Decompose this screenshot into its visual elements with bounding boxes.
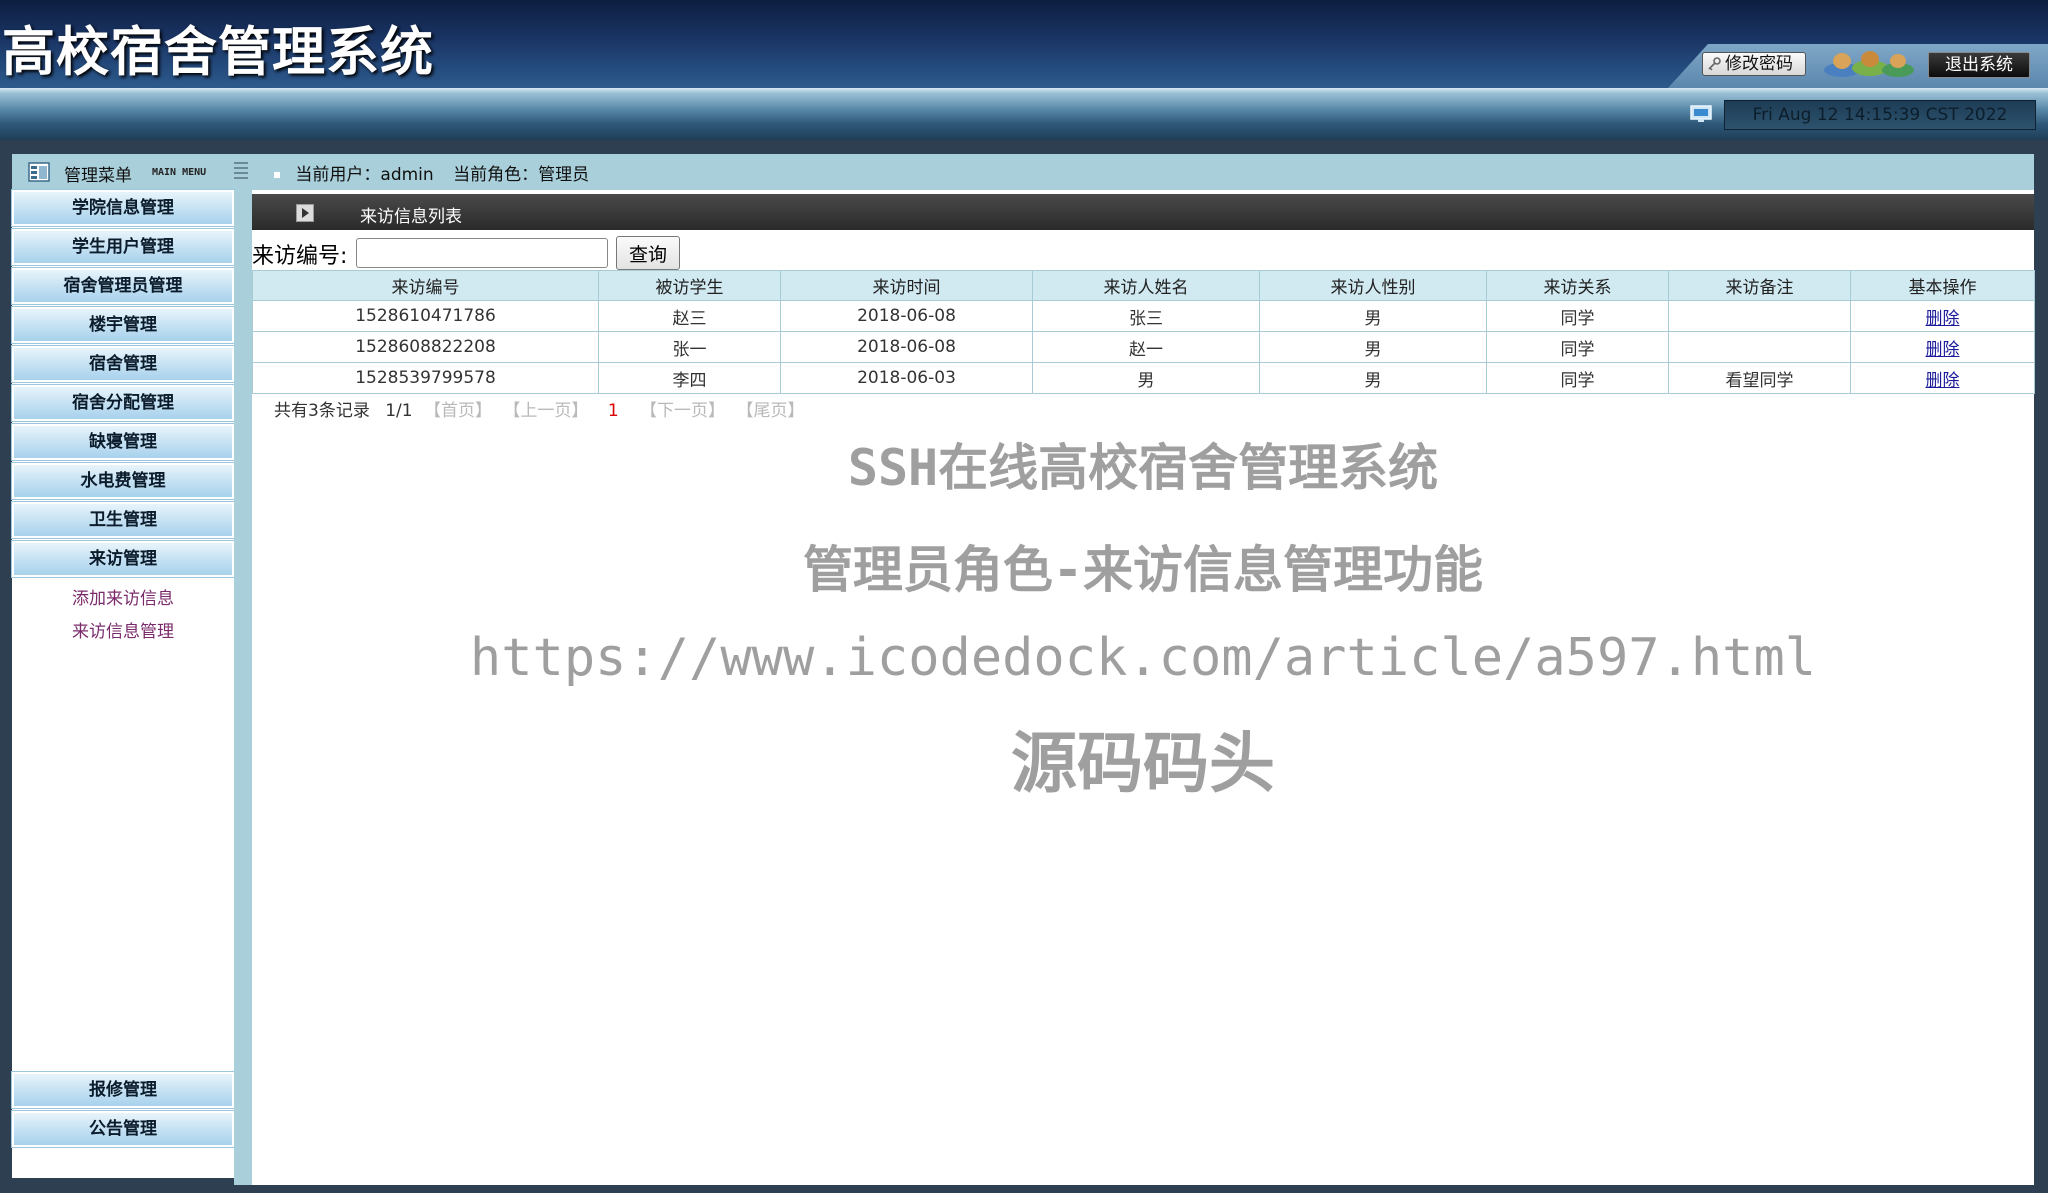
next-page-link[interactable]: 【下一页】 — [640, 401, 725, 421]
watermark-line-3: https://www.icodedock.com/article/a597.h… — [469, 628, 1817, 688]
panel-header: 来访信息列表 — [252, 194, 2034, 230]
sidebar-item-buildings[interactable]: 楼宇管理 — [11, 306, 235, 344]
sidebar-item-utilities[interactable]: 水电费管理 — [11, 462, 235, 500]
datetime-display: Fri Aug 12 14:15:39 CST 2022 — [1724, 100, 2036, 130]
menu-icon — [28, 162, 50, 182]
table-cell: 同学 — [1486, 362, 1669, 394]
sidebar-subtitle: MAIN MENU — [152, 167, 207, 178]
sidebar-item-repairs[interactable]: 报修管理 — [11, 1071, 235, 1109]
table-cell: 男 — [1032, 362, 1260, 394]
user-info-bar: 当前用户：admin 当前角色：管理员 — [248, 154, 2034, 190]
table-cell: 李四 — [598, 362, 781, 394]
table-cell: 2018-06-08 — [780, 300, 1033, 332]
delete-link[interactable]: 删除 — [1926, 340, 1960, 360]
table-cell: 2018-06-03 — [780, 362, 1033, 394]
current-role: 当前角色：管理员 — [453, 165, 590, 185]
table-cell — [1668, 300, 1851, 332]
sidebar-item-hygiene[interactable]: 卫生管理 — [11, 501, 235, 539]
table-row: 1528608822208 张一 2018-06-08 赵一 男 同学 删除 — [252, 331, 2035, 363]
delete-link[interactable]: 删除 — [1926, 309, 1960, 329]
monitor-icon — [1690, 105, 1712, 122]
table-row: 1528539799578 李四 2018-06-03 男 男 同学 看望同学 … — [252, 362, 2035, 394]
search-button[interactable]: 查询 — [616, 236, 680, 270]
column-header: 来访关系 — [1486, 270, 1669, 301]
watermark-line-4: 源码码头 — [1011, 725, 1275, 802]
panel-title: 来访信息列表 — [360, 207, 462, 227]
column-header: 来访编号 — [252, 270, 599, 301]
first-page-link[interactable]: 【首页】 — [424, 401, 492, 421]
change-password-button[interactable]: 修改密码 — [1702, 52, 1806, 76]
table-cell: 同学 — [1486, 300, 1669, 332]
table-cell: 1528610471786 — [252, 300, 599, 332]
sidebar-item-dorm-admins[interactable]: 宿舍管理员管理 — [11, 267, 235, 305]
table-cell: 1528608822208 — [252, 331, 599, 363]
sidebar-item-absence[interactable]: 缺寝管理 — [11, 423, 235, 461]
column-header: 被访学生 — [598, 270, 781, 301]
search-label: 来访编号: — [252, 244, 348, 269]
table-cell: 同学 — [1486, 331, 1669, 363]
sidebar-header: 管理菜单 MAIN MENU — [12, 154, 262, 190]
table-cell: 赵三 — [598, 300, 781, 332]
sidebar-collapse-handle[interactable] — [234, 162, 248, 180]
last-page-link[interactable]: 【尾页】 — [736, 401, 804, 421]
visits-table: 来访编号 被访学生 来访时间 来访人姓名 来访人性别 来访关系 来访备注 基本操… — [252, 270, 2035, 394]
watermark-line-1: SSH在线高校宿舍管理系统 — [847, 439, 1439, 497]
sidebar-item-visits[interactable]: 来访管理 — [11, 540, 235, 578]
column-header: 来访人姓名 — [1032, 270, 1260, 301]
change-password-label: 修改密码 — [1725, 54, 1793, 74]
table-cell: 男 — [1259, 331, 1487, 363]
pagination: 共有3条记录 1/1 【首页】 【上一页】 1 【下一页】 【尾页】 — [274, 396, 804, 421]
bullet-icon — [274, 172, 280, 178]
column-header: 来访人性别 — [1259, 270, 1487, 301]
table-cell: 删除 — [1850, 362, 2035, 394]
table-cell: 男 — [1259, 362, 1487, 394]
user-info: 当前用户：admin 当前角色：管理员 — [274, 160, 589, 185]
table-cell: 删除 — [1850, 331, 2035, 363]
sidebar-rail — [234, 190, 248, 1185]
table-cell: 张三 — [1032, 300, 1260, 332]
bottom-edge — [0, 1185, 2048, 1193]
users-icon — [1824, 51, 1914, 77]
page-indicator: 1/1 — [385, 401, 413, 421]
table-cell: 删除 — [1850, 300, 2035, 332]
watermark-line-2: 管理员角色-来访信息管理功能 — [802, 541, 1484, 599]
column-header: 来访时间 — [780, 270, 1033, 301]
table-row: 1528610471786 赵三 2018-06-08 张三 男 同学 删除 — [252, 300, 2035, 332]
table-cell: 赵一 — [1032, 331, 1260, 363]
column-header: 基本操作 — [1850, 270, 2035, 301]
key-icon — [1708, 57, 1721, 71]
table-cell: 看望同学 — [1668, 362, 1851, 394]
play-icon — [296, 204, 314, 222]
table-cell — [1668, 331, 1851, 363]
table-cell: 男 — [1259, 300, 1487, 332]
current-user: 当前用户：admin — [295, 165, 434, 185]
sidebar-item-dorms[interactable]: 宿舍管理 — [11, 345, 235, 383]
visit-id-search-input[interactable] — [356, 238, 608, 268]
table-header-row: 来访编号 被访学生 来访时间 来访人姓名 来访人性别 来访关系 来访备注 基本操… — [252, 270, 2035, 301]
record-count: 共有3条记录 — [274, 401, 370, 421]
delete-link[interactable]: 删除 — [1926, 371, 1960, 391]
prev-page-link[interactable]: 【上一页】 — [503, 401, 588, 421]
sublink-add-visit[interactable]: 添加来访信息 — [12, 584, 234, 609]
table-cell: 张一 — [598, 331, 781, 363]
table-cell: 1528539799578 — [252, 362, 599, 394]
sidebar-item-announcements[interactable]: 公告管理 — [11, 1110, 235, 1148]
table-cell: 2018-06-08 — [780, 331, 1033, 363]
sublink-manage-visits[interactable]: 来访信息管理 — [12, 617, 234, 642]
column-header: 来访备注 — [1668, 270, 1851, 301]
sidebar-menu: 学院信息管理 学生用户管理 宿舍管理员管理 楼宇管理 宿舍管理 宿舍分配管理 缺… — [11, 189, 235, 1178]
app-title: 高校宿舍管理系统 — [2, 22, 434, 83]
logout-button[interactable]: 退出系统 — [1928, 52, 2030, 78]
sidebar-item-student-users[interactable]: 学生用户管理 — [11, 228, 235, 266]
sidebar-title: 管理菜单 — [64, 166, 132, 186]
current-page: 1 — [607, 401, 619, 421]
sidebar-item-college[interactable]: 学院信息管理 — [11, 189, 235, 227]
sidebar-item-dorm-allocation[interactable]: 宿舍分配管理 — [11, 384, 235, 422]
